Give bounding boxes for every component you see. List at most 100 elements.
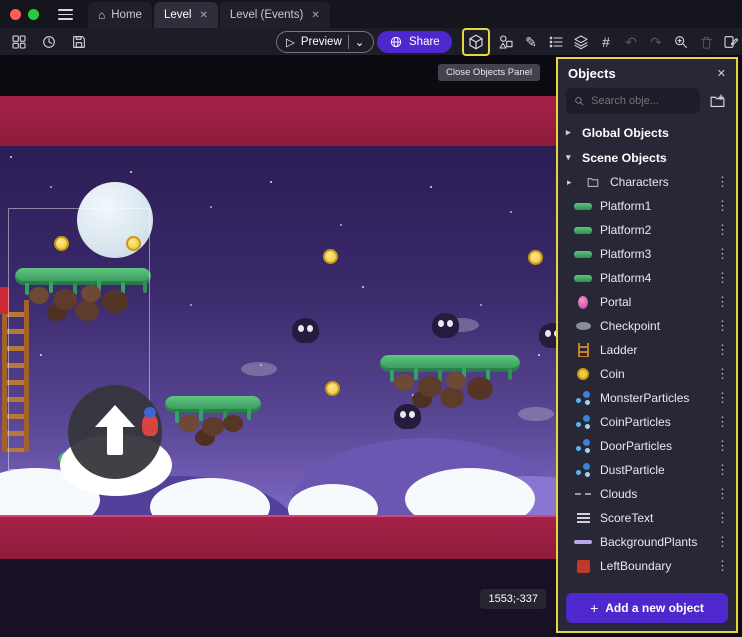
new-folder-icon[interactable] [706,90,728,112]
delete-icon[interactable] [697,33,715,51]
checkpoint-instance[interactable] [241,362,277,376]
item-menu-icon[interactable]: ⋮ [716,438,728,454]
clouds-icon [573,486,593,502]
share-label: Share [409,36,440,48]
group-scene-objects[interactable]: ▾ Scene Objects [558,145,736,170]
coin-instance[interactable] [325,381,340,396]
stars-decoration [10,156,12,158]
item-menu-icon[interactable]: ⋮ [716,294,728,310]
item-menu-icon[interactable]: ⋮ [716,534,728,550]
panel-title: Objects [568,66,616,81]
object-item-ladder[interactable]: Ladder ⋮ [558,338,736,362]
item-menu-icon[interactable]: ⋮ [716,366,728,382]
globe-icon [389,35,403,49]
object-item-coinparticles[interactable]: CoinParticles ⋮ [558,410,736,434]
item-menu-icon[interactable]: ⋮ [716,198,728,214]
object-label: MonsterParticles [600,391,709,405]
item-menu-icon[interactable]: ⋮ [716,246,728,262]
save-icon[interactable] [70,33,88,51]
object-item-scoretext[interactable]: ScoreText ⋮ [558,506,736,530]
tab-label: Level [164,9,192,21]
object-item-platform3[interactable]: Platform3 ⋮ [558,242,736,266]
search-input[interactable] [591,95,692,107]
tab-level[interactable]: Level ✕ [154,2,218,28]
object-label: Coin [600,367,709,381]
chevron-down-icon[interactable]: ⌄ [355,35,365,49]
item-menu-icon[interactable]: ⋮ [716,510,728,526]
platform-instance[interactable] [165,396,261,449]
item-menu-icon[interactable]: ⋮ [716,414,728,430]
grid-icon[interactable]: # [597,33,615,51]
zoom-in-icon[interactable] [672,33,690,51]
chevron-right-icon[interactable]: ▸ [566,127,575,138]
title-bar: ⌂ Home Level ✕ Level (Events) ✕ [0,0,742,28]
coin-icon [573,366,593,382]
coin-instance[interactable] [323,249,338,264]
item-menu-icon[interactable]: ⋮ [716,318,728,334]
objects-panel-toggle-icon[interactable] [467,33,485,51]
item-menu-icon[interactable]: ⋮ [716,462,728,478]
window-zoom-button[interactable] [28,9,39,20]
object-item-monsterparticles[interactable]: MonsterParticles ⋮ [558,386,736,410]
add-new-object-button[interactable]: + Add a new object [566,593,728,623]
object-item-platform2[interactable]: Platform2 ⋮ [558,218,736,242]
close-tab-icon[interactable]: ✕ [199,10,207,21]
project-manager-icon[interactable] [10,33,28,51]
chevron-right-icon[interactable]: ▸ [567,177,576,188]
instances-list-icon[interactable] [547,33,565,51]
object-label: Clouds [600,487,709,501]
tab-home[interactable]: ⌂ Home [88,2,152,28]
object-folder-characters[interactable]: ▸ Characters ⋮ [558,170,736,194]
scene-editor-canvas[interactable]: 1553;-337 [0,56,557,637]
object-label: LeftBoundary [600,559,709,573]
object-item-checkpoint[interactable]: Checkpoint ⋮ [558,314,736,338]
object-item-platform4[interactable]: Platform4 ⋮ [558,266,736,290]
window-controls [10,9,39,20]
preview-button[interactable]: ▷ Preview ⌄ [276,31,374,53]
object-item-doorparticles[interactable]: DoorParticles ⋮ [558,434,736,458]
object-item-leftboundary[interactable]: LeftBoundary ⋮ [558,554,736,578]
plus-icon: + [590,600,598,616]
group-global-objects[interactable]: ▸ Global Objects [558,120,736,145]
text-object-icon [573,510,593,526]
share-button[interactable]: Share [377,31,452,53]
item-menu-icon[interactable]: ⋮ [716,342,728,358]
object-label: Platform1 [600,199,709,213]
main-menu-icon[interactable] [58,9,73,20]
tab-level-events[interactable]: Level (Events) ✕ [220,2,330,28]
item-menu-icon[interactable]: ⋮ [716,486,728,502]
cursor-coordinates-badge: 1553;-337 [480,589,546,609]
redo-icon[interactable]: ↷ [647,33,665,51]
layers-icon[interactable] [572,33,590,51]
player-character-instance[interactable] [142,414,158,436]
object-item-backgroundplants[interactable]: BackgroundPlants ⋮ [558,530,736,554]
item-menu-icon[interactable]: ⋮ [716,222,728,238]
history-icon[interactable] [40,33,58,51]
monster-instance[interactable] [539,323,557,348]
object-item-platform1[interactable]: Platform1 ⋮ [558,194,736,218]
item-menu-icon[interactable]: ⋮ [716,270,728,286]
coin-instance[interactable] [528,250,543,265]
close-tab-icon[interactable]: ✕ [311,10,319,21]
checkpoint-instance[interactable] [518,407,554,421]
item-menu-icon[interactable]: ⋮ [716,390,728,406]
edit-properties-icon[interactable] [722,33,740,51]
object-item-portal[interactable]: Portal ⋮ [558,290,736,314]
object-item-clouds[interactable]: Clouds ⋮ [558,482,736,506]
edit-pencil-icon[interactable]: ✎ [522,33,540,51]
undo-icon[interactable]: ↶ [622,33,640,51]
close-panel-icon[interactable]: ✕ [717,67,726,80]
window-close-button[interactable] [10,9,21,20]
object-item-coin[interactable]: Coin ⋮ [558,362,736,386]
object-groups-icon[interactable] [497,33,515,51]
object-item-dustparticle[interactable]: DustParticle ⋮ [558,458,736,482]
platform-instance[interactable] [380,355,520,408]
chevron-down-icon[interactable]: ▾ [566,152,575,163]
item-menu-icon[interactable]: ⋮ [716,174,728,190]
toolbar-left-group [10,33,88,51]
monster-instance[interactable] [432,313,459,338]
item-menu-icon[interactable]: ⋮ [716,558,728,574]
monster-instance[interactable] [292,318,319,343]
object-label: Platform3 [600,247,709,261]
search-box[interactable] [566,88,700,114]
